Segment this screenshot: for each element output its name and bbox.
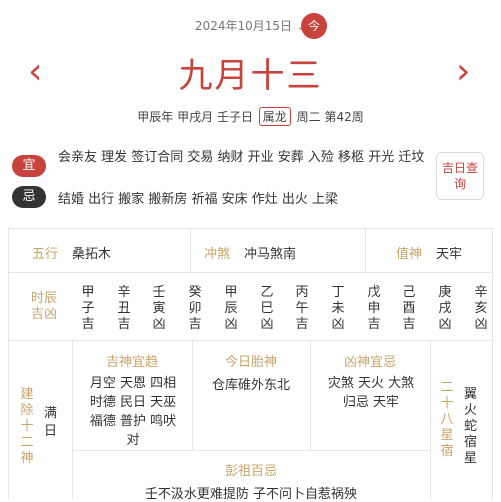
day-ganzhi: 壬子日	[216, 110, 253, 124]
hour-ganzhi-char: 甲	[224, 285, 238, 300]
xiu-value: 翼火蛇宿星	[464, 387, 478, 466]
xiu-label: 二十八星宿	[440, 380, 454, 459]
chongsha-value: 冲马煞南	[244, 247, 297, 262]
hour-ganzhi-char: 丁	[331, 285, 345, 300]
hour-ganzhi-char: 卯	[188, 301, 202, 316]
month-ganzhi: 甲戌月	[177, 110, 214, 124]
hour-item: 甲辰凶	[216, 285, 246, 333]
hour-item: 丁未凶	[323, 285, 353, 333]
hour-ganzhi-char: 甲	[81, 285, 95, 300]
hour-ganzhi-char: 辛	[117, 285, 131, 300]
hour-ganzhi-char: 壬	[152, 285, 166, 300]
hour-luck: 吉	[402, 317, 416, 332]
hour-item: 辛丑吉	[109, 285, 139, 333]
hour-luck: 吉	[367, 317, 381, 332]
hour-item: 己酉吉	[394, 285, 424, 333]
ji-activities: 结婚 出行 搬家 搬新房 祈福 安床 作灶 出火 上梁	[58, 192, 339, 207]
divider	[72, 450, 430, 451]
divider	[365, 228, 366, 272]
weekday: 周二	[296, 110, 321, 124]
zodiac-badge: 属龙	[258, 107, 291, 126]
year-ganzhi: 甲辰年	[137, 110, 174, 124]
yi-label: 宜	[12, 155, 46, 177]
ganzhi-line: 甲辰年 甲戌月 壬子日 属龙 周二 第42周	[0, 107, 501, 126]
hour-ganzhi-char: 申	[367, 301, 381, 316]
hour-luck: 凶	[438, 317, 452, 332]
wuxing-value: 桑拓木	[72, 247, 112, 262]
hour-item: 乙巳凶	[252, 285, 282, 333]
hour-ganzhi-char: 亥	[474, 301, 488, 316]
hour-ganzhi-char: 子	[81, 301, 95, 316]
gregorian-date: 2024年10月15日	[194, 19, 293, 33]
hour-ganzhi-char: 巳	[260, 301, 274, 316]
divider	[190, 228, 191, 272]
hour-luck: 凶	[331, 317, 345, 332]
divider	[430, 340, 431, 500]
ji-label: 忌	[12, 186, 46, 208]
divider	[8, 228, 493, 229]
pengzu-text: 壬不汲水更难提防 子不问卜自惹祸殃	[144, 487, 358, 502]
week-number: 第42周	[324, 110, 364, 124]
hour-item: 辛亥凶	[466, 285, 496, 333]
pengzu-title: 彭祖百忌	[224, 464, 277, 479]
xiongsha-title: 凶神宜忌	[343, 355, 396, 370]
divider	[8, 228, 9, 500]
hour-item: 甲子吉	[73, 285, 103, 333]
hour-ganzhi-char: 未	[331, 301, 345, 316]
jishen-text: 月空 天恩 四相 时德 民日 天巫 福德 普护 鸣吠 对	[89, 376, 177, 448]
hour-item: 庚戌凶	[430, 285, 460, 333]
hour-luck: 吉	[188, 317, 202, 332]
hour-ganzhi-char: 己	[402, 285, 416, 300]
taishen-title: 今日胎神	[224, 355, 277, 370]
divider	[8, 272, 493, 273]
chongsha-label: 冲煞	[204, 247, 231, 262]
zhishen-value: 天牢	[436, 247, 463, 262]
hour-luck: 吉	[81, 317, 95, 332]
jishen-title: 吉神宜趋	[105, 355, 158, 370]
hour-ganzhi-char: 酉	[402, 301, 416, 316]
hour-ganzhi-char: 午	[295, 301, 309, 316]
hour-ganzhi-char: 丙	[295, 285, 309, 300]
hour-ganzhi-char: 癸	[188, 285, 202, 300]
today-button[interactable]: 今	[301, 13, 327, 39]
hour-item: 癸卯吉	[180, 285, 210, 333]
jiri-query-button[interactable]: 吉日查询	[436, 152, 484, 200]
hour-ganzhi-char: 丑	[117, 301, 131, 316]
gregorian-date-selector[interactable]: 2024年10月15日⌄	[0, 17, 501, 34]
divider	[492, 228, 493, 500]
yi-activities: 会亲友 理发 签订合同 交易 纳财 开业 安葬 入殓 移柩 开光 迁坟	[58, 150, 425, 165]
hour-luck: 凶	[474, 317, 488, 332]
hour-luck: 凶	[224, 317, 238, 332]
hour-ganzhi-char: 庚	[438, 285, 452, 300]
hour-luck: 凶	[152, 317, 166, 332]
hour-ganzhi-char: 辛	[474, 285, 488, 300]
hour-luck: 吉	[295, 317, 309, 332]
wuxing-label: 五行	[32, 247, 59, 262]
zhishen-label: 值神	[396, 247, 423, 262]
taishen-text: 仓库碓外东北	[211, 378, 290, 393]
xiongsha-text: 灾煞 天火 大煞 归忌 天牢	[327, 376, 415, 410]
hour-item: 戊申吉	[359, 285, 389, 333]
jianchu-value: 满日	[44, 406, 58, 439]
hour-ganzhi-char: 乙	[260, 285, 274, 300]
hour-item: 壬寅凶	[144, 285, 174, 333]
divider	[8, 340, 493, 341]
hour-luck: 凶	[260, 317, 274, 332]
hour-ganzhi-char: 戊	[367, 285, 381, 300]
hours-label: 时辰吉凶	[30, 291, 57, 322]
hour-ganzhi-char: 寅	[152, 301, 166, 316]
hour-item: 丙午吉	[287, 285, 317, 333]
lunar-date: 九月十三	[178, 56, 323, 96]
jianchu-label: 建除十二神	[20, 387, 34, 466]
hour-ganzhi-char: 辰	[224, 301, 238, 316]
hour-ganzhi-char: 戌	[438, 301, 452, 316]
hour-luck: 吉	[117, 317, 131, 332]
